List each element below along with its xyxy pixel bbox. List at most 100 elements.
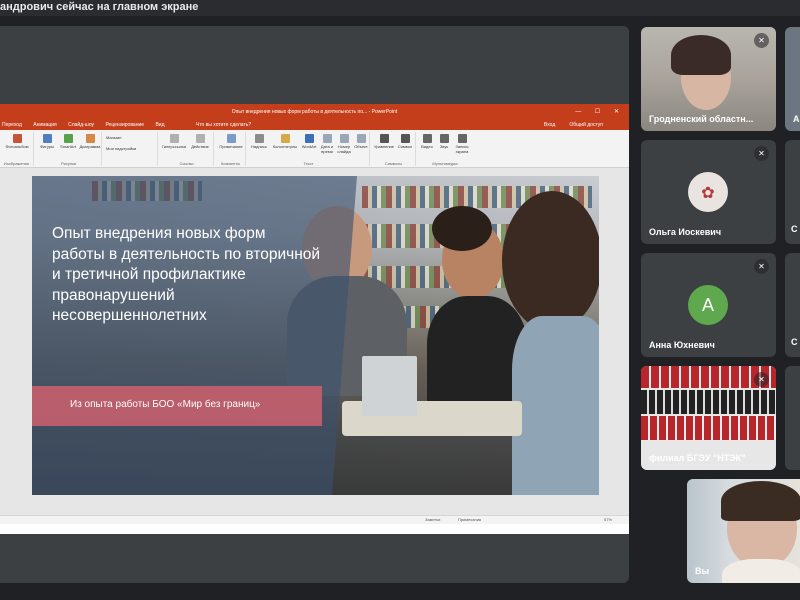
ppt-statusbar: Заметки Примечания 57% — [0, 515, 629, 524]
wordart-icon — [304, 134, 314, 143]
comment-icon — [226, 134, 236, 143]
ribbon-chart-button: Диаграмма — [79, 134, 101, 149]
ribbon-label: Примечание — [219, 144, 243, 149]
ribbon-label: Диаграмма — [79, 144, 101, 149]
mic-off-icon[interactable]: ✕ — [754, 146, 769, 161]
ribbon-label: Символ — [397, 144, 413, 149]
mic-off-icon[interactable]: ✕ — [754, 259, 769, 274]
participant-name: Гродненский областн... — [649, 114, 754, 124]
ribbon-datetime-button: Дата и время — [319, 134, 335, 154]
binders-decor — [641, 390, 776, 414]
ribbon-label: Гиперссылка — [161, 144, 187, 149]
ribbon-group-label: Символы — [384, 161, 403, 166]
ribbon-smartart-button: SmartArt — [58, 134, 78, 149]
self-view-tile[interactable]: Вы — [687, 479, 800, 583]
ribbon-group-media: Видео Звук Запись экрана Мультимедиа — [418, 132, 472, 166]
mic-off-icon[interactable]: ✕ — [754, 33, 769, 48]
ribbon-label: Надпись — [251, 144, 267, 149]
ribbon-label: Звук — [439, 144, 449, 149]
participant-name: Вы — [695, 566, 710, 576]
mic-off-icon[interactable]: ✕ — [754, 372, 769, 387]
ribbon-label: Мои надстройки — [106, 146, 137, 151]
participant-tile-partial[interactable] — [785, 366, 800, 470]
participant-hair — [721, 481, 800, 521]
ribbon-video-button: Видео — [419, 134, 435, 149]
ribbon-group-text: Надпись Колонтитулы WordArt Дата и время… — [248, 132, 370, 166]
ribbon-group-addins: Магазин Мои надстройки — [104, 132, 158, 166]
participant-tile[interactable]: А ✕ Анна Юхневич — [641, 253, 776, 357]
ribbon-label: Магазин — [106, 135, 122, 140]
ppt-share: Общий доступ — [569, 122, 603, 128]
ribbon-textbox-button: Надпись — [248, 134, 270, 149]
rose-icon: ✿ — [701, 185, 715, 202]
slidenumber-icon — [339, 134, 349, 143]
participant-name-partial: C — [791, 224, 798, 234]
avatar-letter: А — [701, 295, 714, 315]
chart-icon — [85, 134, 95, 143]
ribbon-label: Фотоальбом — [5, 144, 29, 149]
ppt-tab: Вид — [155, 122, 165, 128]
action-icon — [195, 134, 205, 143]
ribbon-label: Фигуры — [40, 144, 54, 149]
ribbon-group-comments: Примечание Комменты — [216, 132, 246, 166]
slide-subtitle: Из опыта работы БОО «Мир без границ» — [70, 399, 261, 410]
ribbon-symbol-button: Символ — [396, 134, 414, 149]
ribbon-slidenumber-button: Номер слайда — [336, 134, 352, 154]
speaker-icon — [439, 134, 449, 143]
participant-tile-partial[interactable]: А — [785, 27, 800, 131]
slide: Опыт внедрения новых форм работы в деяте… — [32, 176, 599, 495]
ribbon-label: WordArt — [301, 144, 317, 149]
textbox-icon — [254, 134, 264, 143]
participant-tile[interactable]: ✿ ✕ Ольга Иоскевич — [641, 140, 776, 244]
participant-body — [722, 559, 800, 583]
ribbon-group-label: Изображения — [3, 161, 30, 166]
participant-tile[interactable]: ✕ филиал БГЭУ "НТЭК" — [641, 366, 776, 470]
ribbon-label: Действие — [191, 144, 209, 149]
ribbon-group-illustrations: Фигуры SmartArt Диаграмма Рисунки — [36, 132, 102, 166]
object-icon — [356, 134, 366, 143]
student-hair — [432, 206, 492, 251]
ppt-tab: Слайд-шоу — [68, 122, 95, 128]
participant-name: филиал БГЭУ "НТЭК" — [649, 453, 746, 463]
ppt-tab: Анимация — [33, 122, 57, 128]
ribbon-group-label: Ссылки — [179, 161, 194, 166]
participant-hair — [671, 35, 731, 75]
ribbon-headerfooter-button: Колонтитулы — [271, 134, 299, 149]
ribbon-label: Запись экрана — [455, 144, 469, 154]
ppt-ribbon: Фотоальбом Изображения Фигуры SmartArt Д… — [0, 130, 629, 168]
ribbon-label: Уравнение — [373, 144, 395, 149]
participant-name-partial: А — [793, 114, 800, 124]
ppt-ribbon-tabs: Переход Анимация Слайд-шоу Рецензировани… — [0, 120, 629, 130]
ppt-search-hint: Что вы хотите сделать? — [195, 122, 252, 128]
powerpoint-window: Опыт внедрения новых форм работы в деяте… — [0, 104, 629, 534]
ppt-window-controls: — ☐ ✕ — [575, 109, 625, 115]
participant-tile[interactable]: ✕ Гродненский областн... — [641, 27, 776, 131]
ppt-window-title: Опыт внедрения новых форм работы в деяте… — [231, 109, 398, 115]
main-stage[interactable]: Опыт внедрения новых форм работы в деяте… — [0, 26, 629, 583]
ribbon-hyperlink-button: Гиперссылка — [161, 134, 187, 149]
ribbon-equation-button: Уравнение — [373, 134, 395, 149]
student-hair — [502, 191, 599, 331]
slide-title: Опыт внедрения новых форм работы в деяте… — [52, 225, 321, 324]
participant-name: Ольга Иоскевич — [649, 227, 722, 237]
ribbon-group-images: Фотоальбом Изображения — [0, 132, 34, 166]
slide-area: Опыт внедрения новых форм работы в деяте… — [0, 168, 629, 524]
presenting-banner-text: андрович сейчас на главном экране — [0, 1, 199, 13]
pi-icon — [379, 134, 389, 143]
binders-decor — [641, 416, 776, 440]
participant-tile-partial[interactable]: C — [785, 253, 800, 357]
ribbon-label: SmartArt — [60, 144, 76, 149]
ppt-titlebar: Опыт внедрения новых форм работы в деяте… — [0, 104, 629, 120]
presenting-banner: андрович сейчас на главном экране — [0, 0, 800, 16]
ribbon-store-button: Магазин — [106, 135, 156, 140]
participant-name-partial: C — [791, 337, 798, 347]
participant-tile-partial[interactable]: C — [785, 140, 800, 244]
ribbon-group-label: Рисунки — [60, 161, 77, 166]
ppt-tab: Рецензирование — [105, 122, 145, 128]
ribbon-group-label: Текст — [303, 161, 314, 166]
ribbon-label: Видео — [421, 144, 433, 149]
participant-name: Анна Юхневич — [649, 340, 715, 350]
ppt-signin: Вход — [543, 122, 556, 128]
screen-record-icon — [457, 134, 467, 143]
avatar: ✿ — [688, 172, 728, 212]
